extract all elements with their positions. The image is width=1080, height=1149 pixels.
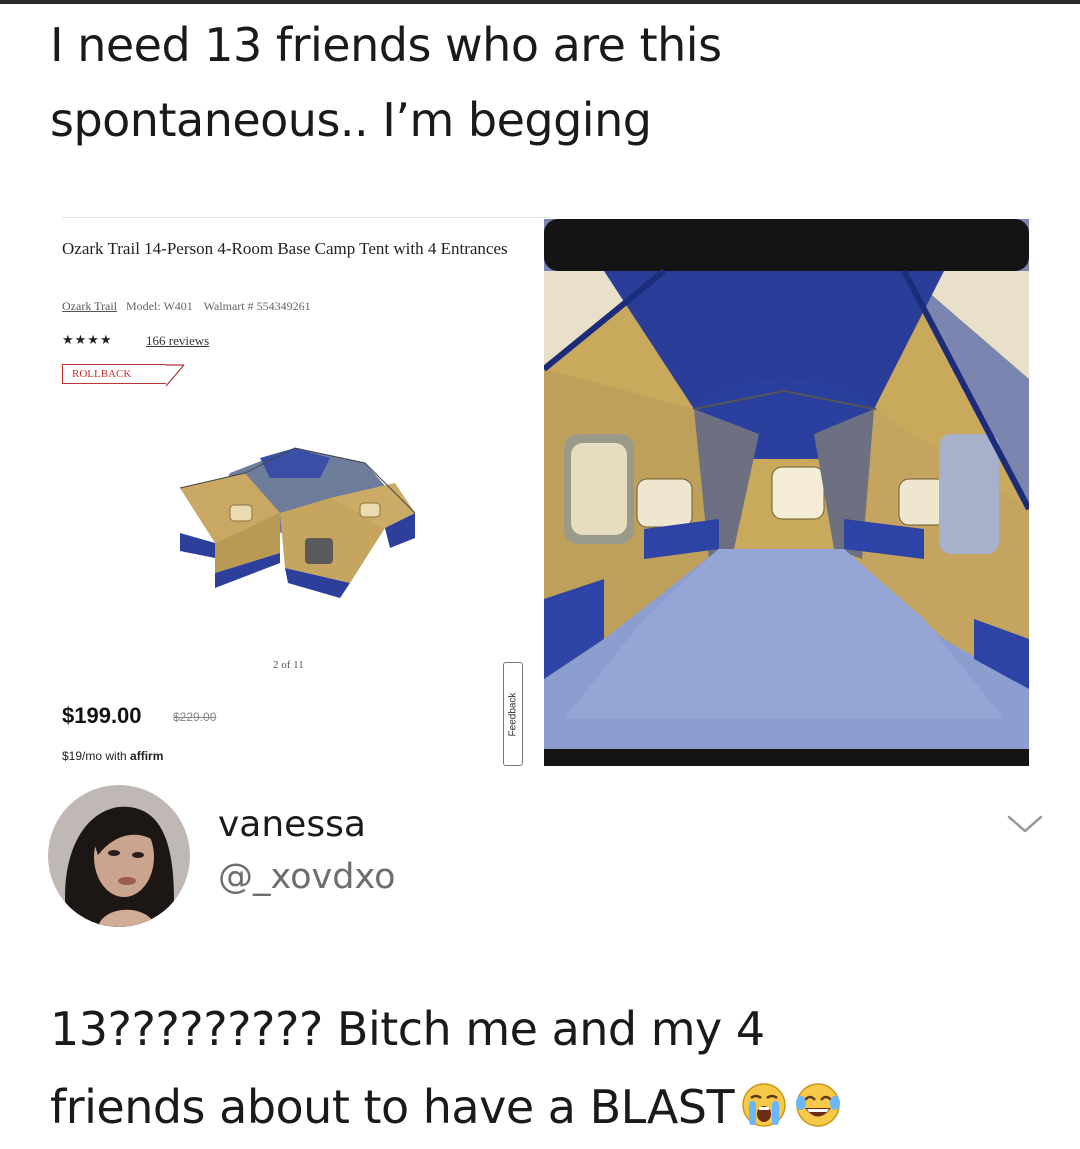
feedback-label: Feedback <box>507 692 519 736</box>
divider <box>62 217 550 218</box>
rollback-badge: ROLLBACK <box>62 364 166 384</box>
face-with-tears-of-joy-icon <box>796 1083 841 1127</box>
product-meta: Ozark Trail Model: W401 Walmart # 554349… <box>62 299 311 314</box>
tent-interior-photo[interactable] <box>544 219 1029 766</box>
brand-link[interactable]: Ozark Trail <box>62 299 117 313</box>
old-price: $229.00 <box>173 710 217 724</box>
chevron-down-icon[interactable] <box>1005 812 1045 836</box>
product-listing: Ozark Trail 14-Person 4-Room Base Camp T… <box>40 215 550 775</box>
headline-line-2: spontaneous.. I’m begging <box>50 93 652 147</box>
display-name[interactable]: vanessa <box>218 804 366 845</box>
affirm-logo: affirm <box>130 749 164 763</box>
loudly-crying-face-icon <box>742 1083 786 1127</box>
image-pager: 2 of 11 <box>273 659 304 671</box>
model-number: Model: W401 <box>126 299 193 313</box>
affirm-text: $19/mo with <box>62 749 131 763</box>
current-price: $199.00 <box>62 703 142 728</box>
post-headline: I need 13 friends who are this spontaneo… <box>50 8 1050 158</box>
affirm-financing[interactable]: $19/mo with affirm <box>62 749 163 763</box>
tweet-line-2-text: friends about to have a BLAST <box>50 1080 735 1134</box>
reviews-link[interactable]: 166 reviews <box>146 333 209 349</box>
headline-line-1: I need 13 friends who are this <box>50 18 722 72</box>
tweet-body: 13????????? Bitch me and my 4 friends ab… <box>50 990 1060 1146</box>
walmart-id: Walmart # 554349261 <box>203 299 311 313</box>
tent-product-image[interactable] <box>170 433 420 603</box>
tweet-line-1: 13????????? Bitch me and my 4 <box>50 1002 765 1056</box>
top-divider <box>0 0 1080 4</box>
product-title[interactable]: Ozark Trail 14-Person 4-Room Base Camp T… <box>62 233 542 264</box>
profile-avatar[interactable] <box>48 785 190 927</box>
rating-stars: ★★★★ <box>62 332 113 347</box>
user-handle[interactable]: @_xovdxo <box>218 857 396 897</box>
feedback-tab[interactable]: Feedback <box>503 662 523 766</box>
tweet-line-2: friends about to have a BLAST <box>50 1068 1060 1146</box>
rollback-badge-tail <box>165 364 184 387</box>
